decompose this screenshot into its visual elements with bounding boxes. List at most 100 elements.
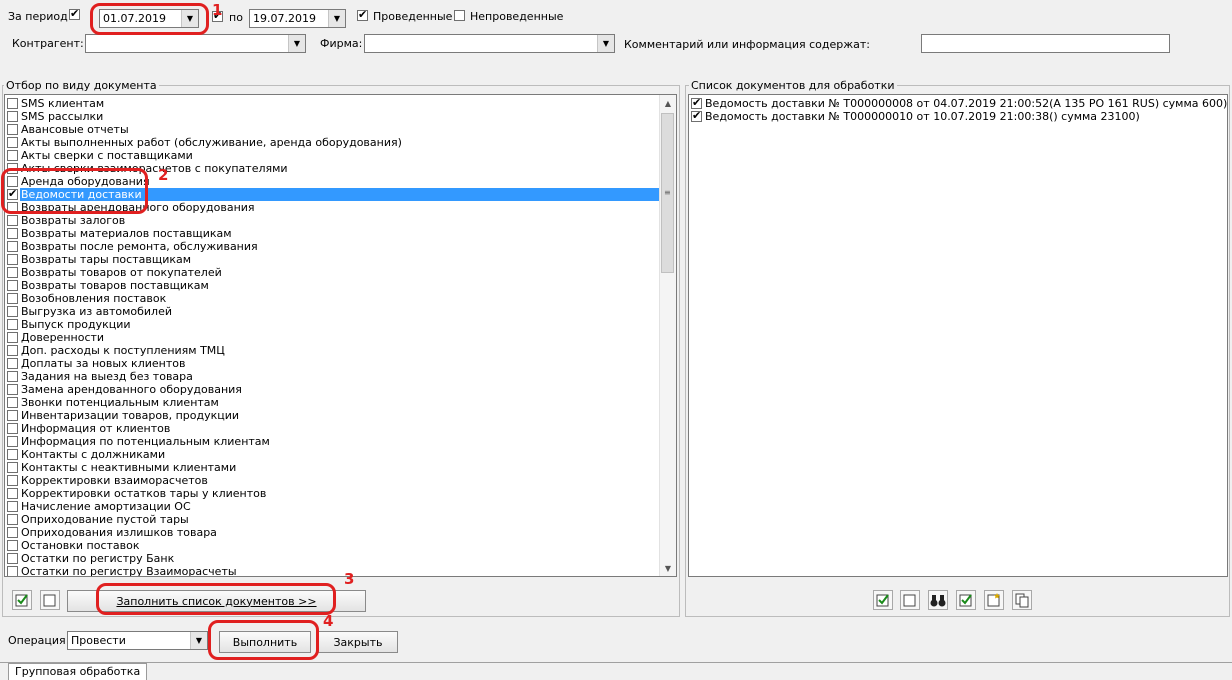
doc-type-item-checkbox[interactable] [7, 332, 18, 343]
doc-type-list[interactable]: SMS клиентам SMS рассылки Авансовые отчеты… [4, 94, 677, 577]
doc-type-item[interactable]: Корректировки остатков тары у клиентов [5, 487, 660, 500]
documents-list[interactable]: Ведомость доставки № Т000000008 от 04.07… [688, 94, 1228, 577]
doc-type-item-label: Возвраты товаров поставщикам [21, 279, 209, 292]
doc-type-item[interactable]: Акты сверки с поставщиками [5, 149, 660, 162]
doc-type-item[interactable]: Возвраты материалов поставщикам [5, 227, 660, 240]
operation-select[interactable]: Провести ▼ [67, 631, 208, 650]
doc-type-item-checkbox[interactable] [7, 501, 18, 512]
uncheck-all-icon[interactable] [40, 590, 60, 610]
doc-type-item[interactable]: Контакты с неактивными клиентами [5, 461, 660, 474]
doc-type-item[interactable]: Информация от клиентов [5, 422, 660, 435]
doc-type-item-checkbox[interactable] [7, 566, 18, 576]
doc-type-item-checkbox[interactable] [7, 397, 18, 408]
doc-type-item-checkbox[interactable] [7, 436, 18, 447]
doc-type-item-checkbox[interactable] [7, 540, 18, 551]
doc-type-item-checkbox[interactable] [7, 98, 18, 109]
doc-type-item-checkbox[interactable] [7, 254, 18, 265]
doc-type-item[interactable]: Выпуск продукции [5, 318, 660, 331]
doc-type-item[interactable]: Выгрузка из автомобилей [5, 305, 660, 318]
doc-type-item[interactable]: Возвраты тары поставщикам [5, 253, 660, 266]
doc-type-item[interactable]: Звонки потенциальным клиентам [5, 396, 660, 409]
date-to-field[interactable]: 19.07.2019 ▼ [249, 9, 346, 28]
doc-type-item[interactable]: Остатки по регистру Банк [5, 552, 660, 565]
doc-type-item-checkbox[interactable] [7, 527, 18, 538]
doc-type-item[interactable]: SMS рассылки [5, 110, 660, 123]
doc-type-item-checkbox[interactable] [7, 241, 18, 252]
document-item-checkbox[interactable] [691, 96, 702, 110]
doc-type-item-checkbox[interactable] [7, 462, 18, 473]
doc-type-item[interactable]: Возвраты товаров поставщикам [5, 279, 660, 292]
check-all-docs-icon[interactable] [873, 590, 893, 610]
doc-type-item-checkbox[interactable] [7, 215, 18, 226]
doc-type-item[interactable]: SMS клиентам [5, 97, 660, 110]
scroll-thumb[interactable]: ≡ [661, 113, 674, 273]
doc-type-item[interactable]: Доп. расходы к поступлениям ТМЦ [5, 344, 660, 357]
doc-type-item[interactable]: Остановки поставок [5, 539, 660, 552]
document-item[interactable]: Ведомость доставки № Т000000010 от 10.07… [689, 109, 1227, 123]
doc-type-item[interactable]: Оприходование пустой тары [5, 513, 660, 526]
doc-type-item[interactable]: Доплаты за новых клиентов [5, 357, 660, 370]
doc-type-item[interactable]: Контакты с должниками [5, 448, 660, 461]
doc-type-item-checkbox[interactable] [7, 137, 18, 148]
scroll-down-icon[interactable]: ▼ [660, 560, 676, 576]
doc-type-item-checkbox[interactable] [7, 488, 18, 499]
doc-type-item[interactable]: Остатки по регистру Взаиморасчеты [5, 565, 660, 576]
posted-checkbox[interactable] [357, 8, 368, 22]
doc-type-item-checkbox[interactable] [7, 384, 18, 395]
doc-type-item[interactable]: Возвраты товаров от покупателей [5, 266, 660, 279]
counterparty-field[interactable]: ▼ [85, 34, 306, 53]
doc-type-item-checkbox[interactable] [7, 319, 18, 330]
comment-input[interactable] [921, 34, 1170, 53]
check-all-icon[interactable] [12, 590, 32, 610]
doc-type-item[interactable]: Инвентаризации товаров, продукции [5, 409, 660, 422]
chevron-down-icon[interactable]: ▼ [190, 632, 207, 649]
doc-type-item-checkbox[interactable] [7, 228, 18, 239]
doc-type-item[interactable]: Информация по потенциальным клиентам [5, 435, 660, 448]
doc-type-item-checkbox[interactable] [7, 553, 18, 564]
doc-type-item-checkbox[interactable] [7, 111, 18, 122]
doc-type-item-checkbox[interactable] [7, 371, 18, 382]
copy-icon[interactable] [1012, 590, 1032, 610]
doc-type-item-checkbox[interactable] [7, 267, 18, 278]
binoculars-icon[interactable] [928, 590, 948, 610]
doc-type-item[interactable]: Доверенности [5, 331, 660, 344]
annotation-highlight-4 [208, 620, 319, 660]
doc-type-item-checkbox[interactable] [7, 124, 18, 135]
doc-type-scrollbar[interactable]: ▲ ≡ ▼ [659, 95, 676, 576]
doc-type-item[interactable]: Возобновления поставок [5, 292, 660, 305]
doc-type-item[interactable]: Замена арендованного оборудования [5, 383, 660, 396]
doc-type-item[interactable]: Возвраты после ремонта, обслуживания [5, 240, 660, 253]
close-button[interactable]: Закрыть [318, 631, 398, 653]
company-field[interactable]: ▼ [364, 34, 615, 53]
doc-type-item-checkbox[interactable] [7, 293, 18, 304]
doc-type-item-checkbox[interactable] [7, 306, 18, 317]
new-item-icon[interactable] [984, 590, 1004, 610]
doc-type-item[interactable]: Задания на выезд без товара [5, 370, 660, 383]
doc-type-item[interactable]: Корректировки взаиморасчетов [5, 474, 660, 487]
unposted-checkbox[interactable] [454, 10, 465, 21]
doc-type-item-checkbox[interactable] [7, 280, 18, 291]
document-item-checkbox[interactable] [691, 109, 702, 123]
doc-type-item-checkbox[interactable] [7, 475, 18, 486]
document-item[interactable]: Ведомость доставки № Т000000008 от 04.07… [689, 96, 1227, 110]
chevron-down-icon[interactable]: ▼ [288, 35, 305, 52]
doc-type-item[interactable]: Акты выполненных работ (обслуживание, ар… [5, 136, 660, 149]
doc-type-item-checkbox[interactable] [7, 150, 18, 161]
doc-type-item-checkbox[interactable] [7, 345, 18, 356]
tab-group-processing[interactable]: Групповая обработка [8, 663, 148, 680]
doc-type-item-checkbox[interactable] [7, 410, 18, 421]
doc-type-item[interactable]: Начисление амортизации ОС [5, 500, 660, 513]
scroll-up-icon[interactable]: ▲ [660, 95, 676, 111]
chevron-down-icon[interactable]: ▼ [328, 10, 345, 27]
doc-type-item[interactable]: Авансовые отчеты [5, 123, 660, 136]
doc-type-item-checkbox[interactable] [7, 514, 18, 525]
doc-type-item-checkbox[interactable] [7, 449, 18, 460]
check-selected-icon[interactable] [956, 590, 976, 610]
period-checkbox[interactable] [69, 7, 80, 21]
doc-type-item[interactable]: Возвраты залогов [5, 214, 660, 227]
doc-type-item-checkbox[interactable] [7, 423, 18, 434]
uncheck-all-docs-icon[interactable] [900, 590, 920, 610]
chevron-down-icon[interactable]: ▼ [597, 35, 614, 52]
doc-type-item[interactable]: Оприходования излишков товара [5, 526, 660, 539]
doc-type-item-checkbox[interactable] [7, 358, 18, 369]
